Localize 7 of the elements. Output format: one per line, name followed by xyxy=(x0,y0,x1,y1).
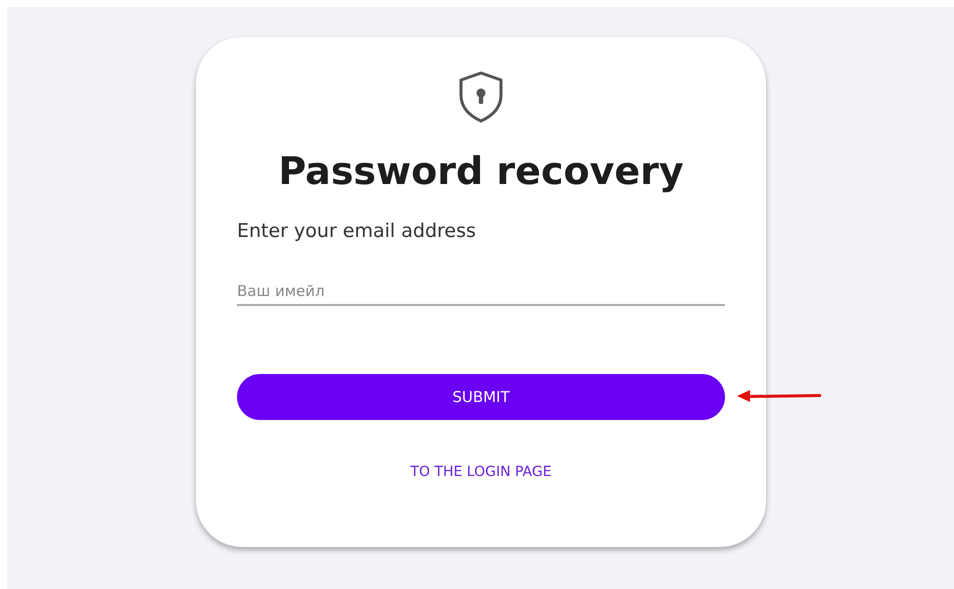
shield-lock-icon xyxy=(458,71,504,123)
arrow-icon xyxy=(737,389,821,403)
email-label: Enter your email address xyxy=(237,220,477,242)
login-page-link[interactable]: TO THE LOGIN PAGE xyxy=(410,464,552,480)
submit-button[interactable]: SUBMIT xyxy=(237,374,725,420)
page-title: Password recovery xyxy=(278,148,684,195)
email-field[interactable]: Ваш имейл xyxy=(237,278,725,306)
